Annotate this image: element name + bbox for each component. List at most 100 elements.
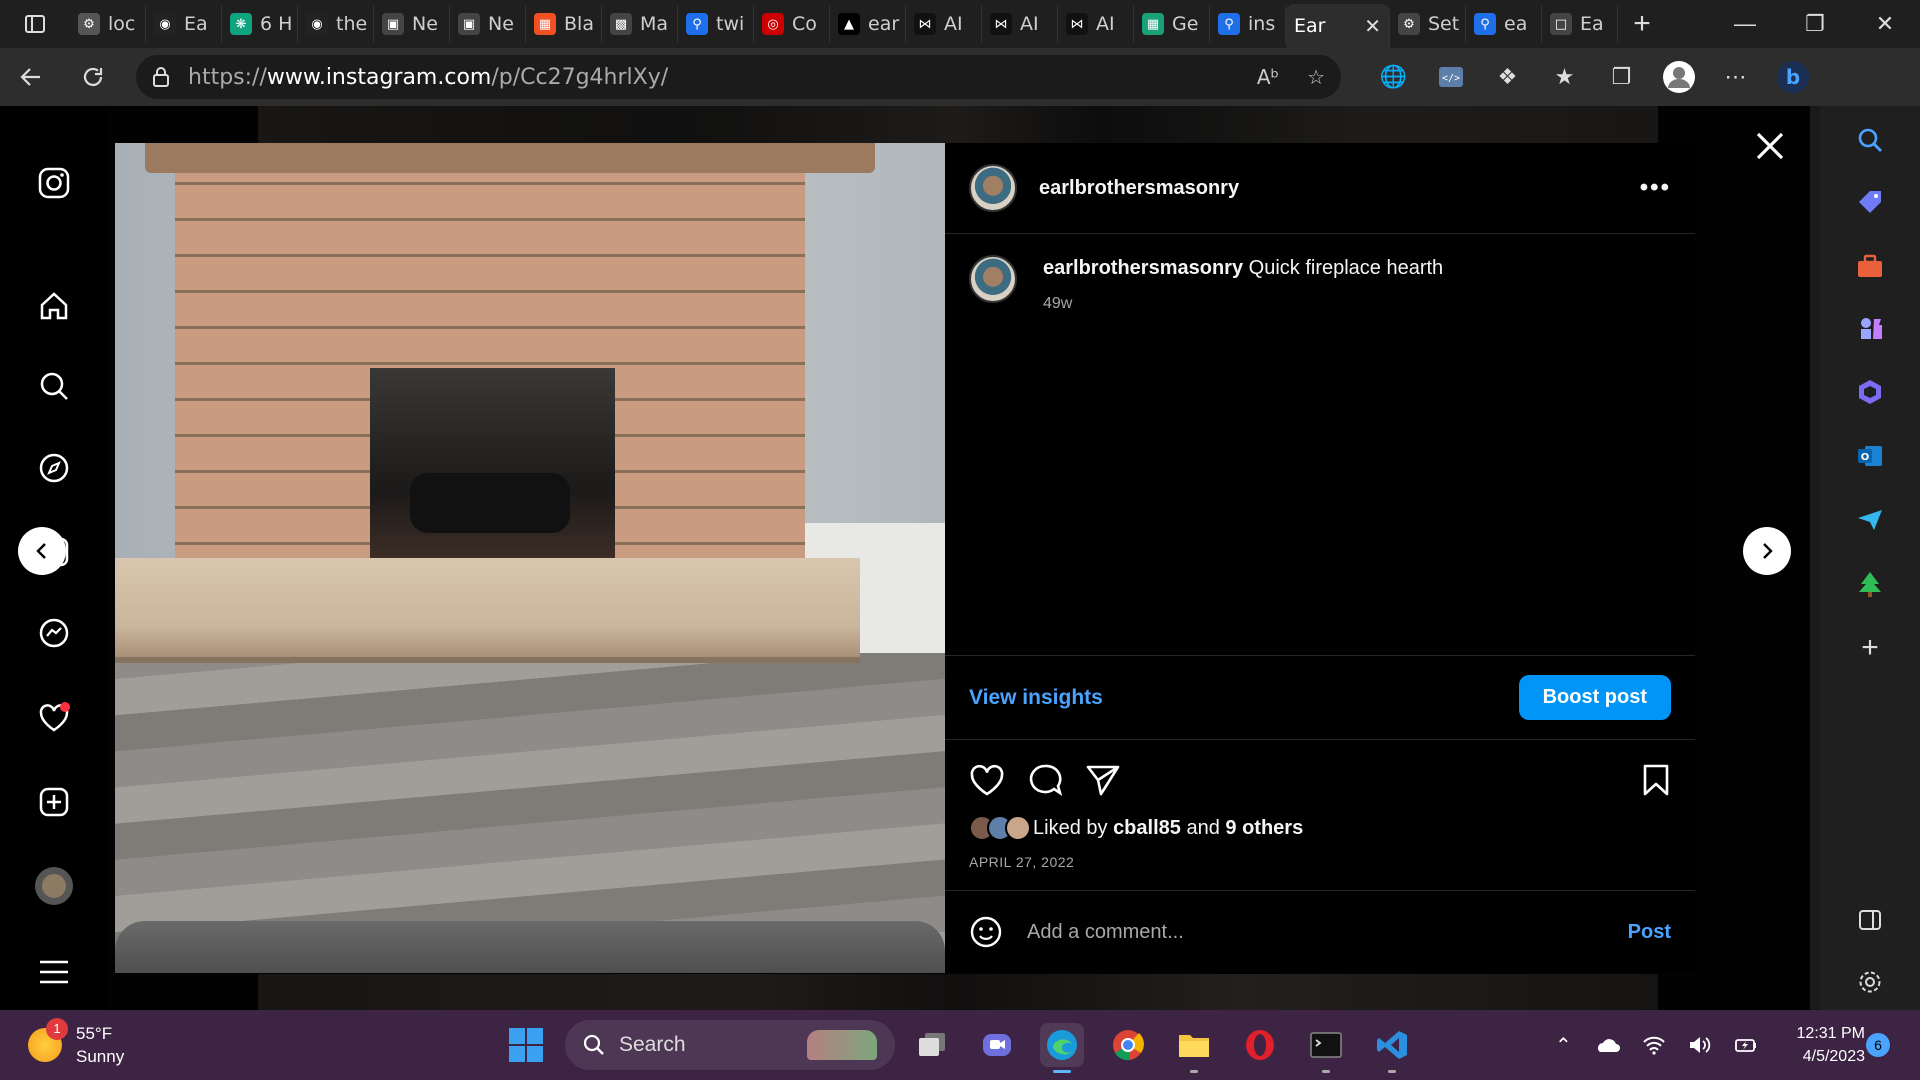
browser-tab[interactable]: ▣ Ne [450,6,526,42]
caption-username[interactable]: earlbrothersmasonry [1043,257,1243,279]
post-date[interactable]: APRIL 27, 2022 [969,854,1074,870]
comment-bubble-icon[interactable] [1027,763,1063,797]
browser-tab[interactable]: ▦ Ge [1134,6,1210,42]
author-avatar[interactable] [969,164,1017,212]
browser-tab[interactable]: ◉ the [298,6,374,42]
notifications-heart-icon[interactable] [30,694,78,742]
view-insights-link[interactable]: View insights [969,686,1103,710]
next-post-button[interactable] [1743,527,1791,575]
comment-input[interactable]: Add a comment... [1027,921,1184,944]
task-view-icon[interactable] [910,1023,954,1067]
restore-button[interactable]: ❐ [1780,0,1850,48]
browser-tab[interactable]: ⚲ twi [678,6,754,42]
close-window-button[interactable]: ✕ [1850,0,1920,48]
profile-avatar-icon[interactable] [1650,48,1707,106]
refresh-button[interactable] [62,48,124,106]
devtools-extension-icon[interactable]: </> [1422,48,1479,106]
caption-avatar[interactable] [969,255,1017,303]
like-heart-icon[interactable] [969,763,1005,797]
taskbar-search[interactable]: Search [565,1020,895,1070]
tree-icon[interactable] [1846,560,1894,608]
browser-tab[interactable]: Ear ✕ [1286,4,1390,48]
browser-tab[interactable]: ▩ Ma [602,6,678,42]
browser-tab[interactable]: ❋ 6 H [222,6,298,42]
sidebar-search-icon[interactable] [1846,116,1894,164]
start-button[interactable] [508,1027,544,1063]
vpn-globe-icon[interactable]: 🌐 [1365,48,1422,106]
browser-tab[interactable]: ⚙ loc [70,6,146,42]
onedrive-cloud-icon[interactable] [1594,1036,1620,1054]
save-bookmark-icon[interactable] [1641,763,1671,797]
settings-more-icon[interactable]: ⋯ [1707,48,1764,106]
new-tab-button[interactable]: + [1618,7,1666,41]
create-icon[interactable] [30,778,78,826]
browser-tab[interactable]: ⚙ Set [1390,6,1466,42]
more-menu-icon[interactable] [30,948,78,996]
tab-actions-menu[interactable] [0,0,70,48]
notification-count-badge[interactable]: 6 [1866,1033,1890,1057]
send-drop-icon[interactable] [1846,496,1894,544]
edge-browser-icon[interactable] [1040,1023,1084,1073]
file-explorer-icon[interactable] [1172,1023,1216,1073]
wifi-icon[interactable] [1642,1035,1666,1055]
extensions-icon[interactable]: ❖ [1479,48,1536,106]
vscode-icon[interactable] [1370,1023,1414,1073]
sidebar-settings-gear-icon[interactable] [1846,958,1894,1006]
browser-tab[interactable]: ▲ ear [830,6,906,42]
browser-tab[interactable]: ▦ Bla [526,6,602,42]
outlook-icon[interactable]: O [1846,432,1894,480]
browser-tab[interactable]: ⋈ AI [982,6,1058,42]
previous-post-button[interactable] [18,527,66,575]
browser-tab[interactable]: ⚲ ins [1210,6,1286,42]
profile-avatar[interactable] [30,862,78,910]
browser-tab[interactable]: ◉ Ea [146,6,222,42]
browser-tab[interactable]: ▣ Ne [374,6,450,42]
page-scrollbar[interactable] [1810,106,1820,1010]
battery-charging-icon[interactable] [1734,1035,1758,1055]
browser-tab[interactable]: ⋈ AI [906,6,982,42]
address-field[interactable]: https://www.instagram.com/p/Cc27g4hrlXy/… [136,55,1341,99]
liker-avatars[interactable] [969,815,1031,841]
weather-widget[interactable]: 1 55°F Sunny [28,1018,124,1068]
author-username[interactable]: earlbrothersmasonry [1039,177,1239,200]
messenger-icon[interactable] [30,610,78,658]
close-tab-icon[interactable]: ✕ [1364,14,1381,38]
volume-icon[interactable] [1688,1035,1712,1055]
microsoft-365-icon[interactable] [1846,368,1894,416]
close-modal-icon[interactable] [1752,128,1788,164]
minimize-button[interactable]: — [1710,0,1780,48]
boost-post-button[interactable]: Boost post [1518,675,1671,720]
comment-post-button[interactable]: Post [1628,921,1671,944]
bing-chat-icon[interactable]: b [1764,48,1821,106]
home-icon[interactable] [30,282,78,330]
instagram-logo-icon[interactable] [30,159,78,207]
search-icon[interactable] [30,362,78,410]
chrome-icon[interactable] [1106,1023,1150,1067]
lock-icon[interactable] [152,66,170,88]
terminal-icon[interactable] [1304,1023,1348,1073]
explore-icon[interactable] [30,444,78,492]
post-age[interactable]: 49w [1043,291,1443,317]
teams-chat-icon[interactable] [975,1023,1019,1067]
browser-tab[interactable]: □ Ea [1542,6,1618,42]
browser-tab[interactable]: ⚲ ea [1466,6,1542,42]
add-sidebar-item-icon[interactable]: + [1846,624,1894,672]
favorites-icon[interactable]: ★ [1536,48,1593,106]
back-button[interactable] [0,48,62,106]
emoji-icon[interactable] [969,915,1003,949]
hide-sidebar-icon[interactable] [1846,896,1894,944]
show-hidden-icons-chevron-up-icon[interactable]: ⌃ [1555,1033,1572,1058]
read-aloud-icon[interactable]: Aᵇ [1257,65,1279,89]
post-photo[interactable] [115,143,945,973]
shopping-tag-icon[interactable] [1846,178,1894,226]
add-favorite-icon[interactable]: ☆ [1307,65,1325,89]
browser-tab[interactable]: ◎ Co [754,6,830,42]
share-send-icon[interactable] [1085,763,1121,797]
games-chess-icon[interactable] [1846,304,1894,352]
opera-icon[interactable] [1238,1023,1282,1067]
collections-icon[interactable]: ❐ [1593,48,1650,106]
clock[interactable]: 12:31 PM 4/5/2023 [1775,1022,1865,1068]
post-options-icon[interactable]: ••• [1640,174,1671,202]
liked-by-user[interactable]: cball85 [1113,817,1181,840]
browser-tab[interactable]: ⋈ AI [1058,6,1134,42]
